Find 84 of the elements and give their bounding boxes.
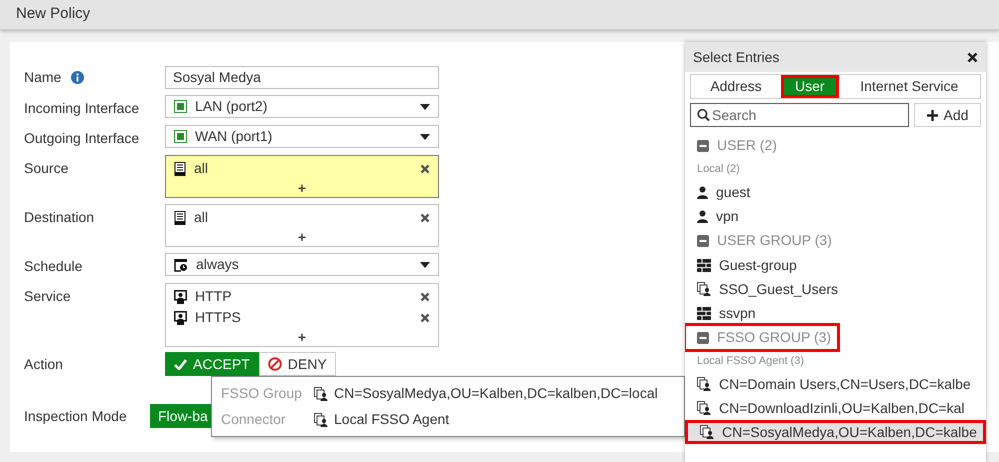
dropdown-value: always: [196, 255, 240, 274]
port-icon: [174, 130, 187, 143]
fsso-group-icon: [697, 377, 711, 391]
entry-list[interactable]: all +: [165, 204, 439, 247]
field-label: Source: [24, 159, 70, 178]
entry-item[interactable]: ssvpn: [685, 301, 986, 325]
field-label: Incoming Interface: [24, 99, 140, 118]
add-entry-button[interactable]: +: [298, 228, 306, 246]
user-icon: [697, 210, 708, 222]
entry-item[interactable]: SSO_Guest_Users: [685, 277, 986, 301]
field-label: Inspection Mode: [24, 406, 128, 426]
fsso-group-icon: [700, 425, 714, 439]
entry-list[interactable]: HTTP HTTPS +: [165, 283, 439, 347]
add-button[interactable]: Add: [914, 103, 981, 127]
address-book-icon: [174, 162, 186, 176]
deny-button[interactable]: DENY: [258, 352, 336, 376]
collapse-icon[interactable]: [697, 332, 709, 344]
entry-label: all: [194, 208, 210, 227]
tooltip-label: Connector: [221, 410, 287, 429]
entry-label: HTTPS: [195, 308, 242, 327]
plus-icon: [926, 110, 938, 120]
fsso-group-icon: [314, 386, 328, 400]
user-group-icon: [697, 258, 711, 272]
calendar-clock-icon: [174, 258, 188, 272]
caret-icon: [420, 262, 430, 268]
tab[interactable]: Address: [691, 75, 781, 98]
remove-icon[interactable]: [420, 164, 430, 174]
name-value: Sosyal Medya: [173, 68, 261, 87]
entry-list[interactable]: all +: [165, 155, 439, 198]
monitor-user-icon: [174, 290, 187, 304]
check-icon: [174, 358, 187, 370]
add-entry-button[interactable]: +: [298, 328, 306, 346]
entry-item[interactable]: CN=DownloadIzinli,OU=Kalben,DC=kal: [685, 396, 986, 420]
monitor-user-icon: [174, 310, 187, 324]
subgroup-label: Local (2): [697, 162, 740, 177]
search-input[interactable]: Search: [712, 104, 902, 126]
collapse-icon[interactable]: [697, 140, 709, 152]
dropdown[interactable]: always: [165, 253, 439, 276]
tooltip-label: FSSO Group: [221, 384, 303, 403]
info-icon[interactable]: [71, 71, 84, 84]
remove-icon[interactable]: [420, 212, 430, 222]
subgroup-label: Local FSSO Agent (3): [697, 354, 804, 369]
entry-item[interactable]: vpn: [685, 204, 986, 228]
remove-icon[interactable]: [420, 312, 430, 322]
field-label: Destination: [24, 208, 96, 227]
entry-item[interactable]: Guest-group: [685, 253, 986, 277]
field-label: Action: [24, 354, 64, 374]
address-book-icon: [174, 210, 186, 224]
tooltip-value: Local FSSO Agent: [334, 410, 450, 429]
search-field[interactable]: Search: [690, 103, 909, 127]
search-icon: [697, 108, 710, 122]
fsso-group-icon: [697, 282, 711, 296]
prohibited-icon: [268, 357, 282, 371]
dropdown-value: LAN (port2): [195, 97, 268, 116]
dropdown-value: WAN (port1): [195, 127, 274, 146]
name-field[interactable]: Sosyal Medya: [165, 66, 439, 89]
page-title: New Policy: [16, 4, 90, 24]
user-group-icon: [697, 306, 711, 320]
caret-icon: [420, 134, 430, 140]
remove-icon[interactable]: [420, 292, 430, 302]
user-icon: [697, 186, 708, 198]
tab[interactable]: Internet Service: [838, 75, 980, 98]
entry-item[interactable]: CN=SosyalMedya,OU=Kalben,DC=kalbe: [685, 420, 986, 444]
tab[interactable]: User: [781, 75, 839, 98]
entry-label: HTTP: [195, 287, 233, 306]
field-label: Name: [24, 68, 62, 87]
entry-label: all: [194, 159, 210, 178]
add-entry-button[interactable]: +: [298, 179, 306, 197]
field-label: Service: [24, 287, 72, 306]
fsso-group-icon: [314, 412, 328, 426]
entry-item[interactable]: guest: [685, 180, 986, 204]
tooltip-value: CN=SosyalMedya,OU=Kalben,DC=kalben,DC=local: [334, 384, 658, 403]
collapse-icon[interactable]: [697, 234, 709, 246]
port-icon: [174, 100, 187, 113]
close-icon[interactable]: [967, 52, 978, 62]
accept-button[interactable]: ACCEPT: [165, 352, 259, 376]
field-label: Outgoing Interface: [24, 129, 140, 148]
caret-icon: [420, 104, 430, 110]
entry-item[interactable]: CN=Domain Users,CN=Users,DC=kalbe: [685, 372, 986, 396]
dropdown[interactable]: WAN (port1): [165, 125, 439, 148]
fsso-group-icon: [697, 401, 711, 415]
panel-title: Select Entries: [693, 48, 780, 66]
dropdown[interactable]: LAN (port2): [165, 95, 439, 118]
field-label: Schedule: [24, 257, 84, 276]
